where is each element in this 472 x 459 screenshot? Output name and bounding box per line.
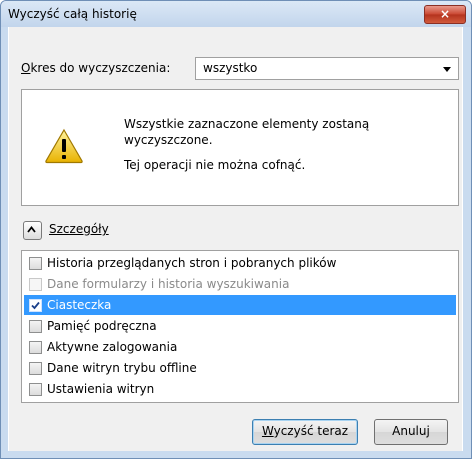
list-item[interactable]: Ustawienia witryn [24,379,456,399]
checkmark-icon [31,301,40,310]
window-title: Wyczyść całą historię [8,7,137,21]
clear-now-accel: W [261,424,274,438]
checkbox[interactable] [29,362,42,375]
list-item-label: Historia przeglądanych stron i pobranych… [47,256,337,270]
checkbox [29,278,42,291]
list-item[interactable]: Dane witryn trybu offline [24,358,456,378]
clear-now-button[interactable]: Wyczyść teraz [252,419,358,445]
chevron-down-icon [443,67,451,72]
warning-text: Wszystkie zaznaczone elementy zostaną wy… [124,116,424,173]
items-list: Historia przeglądanych stron i pobranych… [21,250,459,403]
list-item[interactable]: Ciasteczka [24,295,456,315]
dialog-window: Wyczyść całą historię × Okres do wyczysz… [0,0,472,459]
period-select-value: wszystko [203,61,258,75]
list-item[interactable]: Pamięć podręczna [24,316,456,336]
list-item-label: Dane formularzy i historia wyszukiwania [47,277,290,291]
list-item-label: Dane witryn trybu offline [47,361,197,375]
checkbox[interactable] [29,341,42,354]
list-item-label: Pamięć podręczna [47,319,157,333]
details-toggle-button[interactable] [23,221,42,240]
period-label: Okres do wyczyszczenia: [21,61,170,75]
details-label[interactable]: Szczegóły [49,222,109,236]
list-item[interactable]: Aktywne zalogowania [24,337,456,357]
period-label-text: kres do wyczyszczenia: [30,61,171,75]
chevron-up-icon [27,226,36,233]
checkbox[interactable] [29,383,42,396]
warning-box: Wszystkie zaznaczone elementy zostaną wy… [21,89,459,206]
warning-line-2: Tej operacji nie można cofnąć. [124,158,306,172]
title-bar[interactable]: Wyczyść całą historię × [1,1,471,27]
list-item[interactable]: Historia przeglądanych stron i pobranych… [24,253,456,273]
clear-now-label: yczyść teraz [273,424,349,438]
list-item: Dane formularzy i historia wyszukiwania [24,274,456,294]
cancel-button[interactable]: Anuluj [374,419,448,445]
checkbox[interactable] [29,299,42,312]
warning-icon [45,128,83,164]
period-select[interactable]: wszystko [195,57,459,80]
close-icon: × [439,7,451,21]
dialog-body: Okres do wyczyszczenia: wszystko Wszystk… [8,27,463,451]
list-item-label: Aktywne zalogowania [47,340,178,354]
warning-line-1: Wszystkie zaznaczone elementy zostaną wy… [124,117,370,147]
list-item-label: Ciasteczka [47,298,112,312]
dialog-panel: Okres do wyczyszczenia: wszystko Wszystk… [9,27,462,451]
checkbox[interactable] [29,257,42,270]
close-button[interactable]: × [424,5,466,24]
list-item-label: Ustawienia witryn [47,382,155,396]
checkbox[interactable] [29,320,42,333]
